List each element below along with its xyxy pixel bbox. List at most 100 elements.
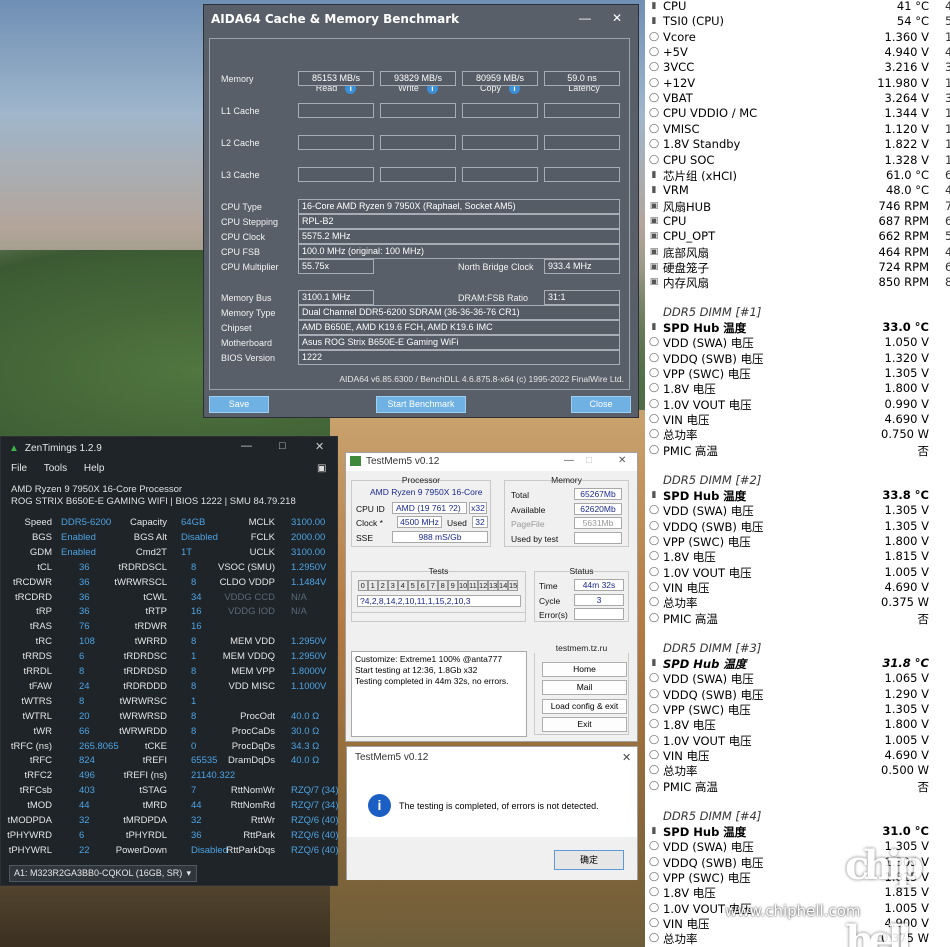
module-select-value: A1: M323R2GA3BB0-CQKOL (16GB, SR): [14, 868, 183, 878]
dimm-sensor-row: ◯ PMIC 高温 否: [645, 443, 950, 458]
used-value: 32: [472, 516, 488, 528]
timing-value: 824: [79, 755, 95, 767]
sensor-value: 1.800 V: [884, 717, 929, 732]
sensor-value: 否: [917, 611, 930, 626]
l1-write-value: [380, 103, 456, 118]
close-icon[interactable]: ✕: [612, 11, 622, 25]
close-icon[interactable]: ✕: [315, 440, 324, 453]
timing-label: tWTRS: [21, 695, 52, 707]
sensor-value: 1.065 V: [884, 671, 929, 686]
sensor-value: 1.305 V: [884, 702, 929, 717]
test-cell: 2: [378, 580, 388, 591]
dimm-header: DDR5 DIMM [#2]: [663, 473, 762, 487]
voltage-icon: ◯: [649, 414, 660, 425]
timing-value: 1.1484V: [291, 576, 327, 588]
menu-tools[interactable]: Tools: [44, 463, 67, 474]
cpu-multiplier-value: 55.75x: [298, 259, 374, 274]
voltage-icon: ◯: [649, 352, 660, 363]
thermometer-icon: ▮: [651, 322, 657, 332]
minimize-icon[interactable]: —: [241, 440, 252, 452]
sensor-name: VPP (SWC) 电压: [663, 535, 751, 550]
memory-copy-value: 80959 MB/s: [462, 71, 538, 86]
maximize-icon[interactable]: □: [279, 440, 286, 452]
sensor-name: CPU: [663, 0, 687, 13]
sensor-name: SPD Hub 温度: [663, 489, 747, 503]
pagefile-value: 5631Mb: [574, 517, 622, 529]
voltage-icon: ◯: [649, 536, 660, 547]
menu-help[interactable]: Help: [84, 463, 105, 474]
voltage-icon: ◯: [649, 688, 660, 699]
sensor-value: 1.305 V: [884, 503, 929, 518]
sensor-name: TSI0 (CPU): [663, 14, 725, 29]
voltage-icon: ◯: [649, 383, 660, 394]
cycle-value: 3: [574, 594, 624, 606]
voltage-icon: ◯: [649, 520, 660, 531]
close-icon[interactable]: ✕: [622, 751, 631, 764]
close-button[interactable]: Close: [571, 396, 631, 413]
dimm-header: DDR5 DIMM [#4]: [663, 809, 762, 823]
timing-value: 44: [191, 800, 202, 812]
cpu-type-label: CPU Type: [221, 202, 262, 212]
sensor-row: ◯ Vcore 1.360 V 1: [645, 30, 950, 45]
timing-value: Disabled: [181, 531, 218, 543]
sensor-value: 33.0 °C: [882, 320, 929, 334]
sensor-value: 1.815 V: [884, 549, 929, 564]
used-label: Used: [447, 518, 467, 528]
exit-button[interactable]: Exit: [542, 717, 627, 732]
home-button[interactable]: Home: [542, 662, 627, 677]
cpu-type-value: 16-Core AMD Ryzen 9 7950X (Raphael, Sock…: [298, 199, 620, 214]
motherboard-value: Asus ROG Strix B650E-E Gaming WiFi: [298, 335, 620, 350]
timing-label: tSTAG: [139, 785, 167, 797]
timing-value: N/A: [291, 606, 307, 618]
memory-read-value: 85153 MB/s: [298, 71, 374, 86]
dimm-sensor-row: ◯ VDDQ (SWB) 电压 1.320 V: [645, 351, 950, 366]
timing-label: tWTRL: [22, 710, 52, 722]
timing-label: tWRRD: [134, 636, 167, 648]
timing-label: VSOC (SMU): [218, 561, 275, 573]
sensor-name: VDD (SWA) 电压: [663, 672, 754, 687]
status-group-label: Status: [569, 566, 594, 576]
camera-icon[interactable]: ▣: [317, 463, 326, 474]
sensor-name: 1.8V 电压: [663, 550, 716, 565]
minimize-icon[interactable]: —: [579, 11, 591, 25]
timing-label: tREFI (ns): [123, 770, 167, 782]
close-icon[interactable]: ✕: [618, 455, 626, 466]
timing-value: 108: [79, 636, 95, 648]
l1-latency-value: [544, 103, 620, 118]
test-cell: 4: [398, 580, 408, 591]
timing-label: tWRWRDD: [119, 725, 167, 737]
sensor-extra: 6: [945, 167, 950, 182]
zen-titlebar: ▲ ZenTimings 1.2.9: [1, 437, 337, 461]
minimize-icon[interactable]: —: [564, 455, 574, 466]
voltage-icon: ◯: [649, 337, 660, 348]
sensor-name: 芯片组 (xHCI): [663, 168, 738, 183]
voltage-icon: ◯: [649, 505, 660, 516]
sensor-name: CPU SOC: [663, 152, 715, 167]
sensor-extra: 4: [945, 183, 950, 198]
dialog-message: The testing is completed, of errors is n…: [399, 801, 599, 811]
sensor-row: ▮ TSI0 (CPU) 54 °C 5: [645, 14, 950, 29]
timing-value: 65535: [191, 755, 218, 767]
maximize-icon[interactable]: □: [586, 455, 592, 466]
timing-label: tRFC: [29, 755, 52, 767]
load-config-exit-button[interactable]: Load config & exit: [542, 699, 627, 714]
l2-latency-value: [544, 135, 620, 150]
save-button[interactable]: Save: [209, 396, 269, 413]
sensor-value: 4.940 V: [884, 45, 929, 60]
timing-label: BGS: [31, 531, 52, 543]
test-cell: 15: [508, 580, 518, 591]
timing-label: tRCDWR: [12, 576, 52, 588]
sensor-name: 内存风扇: [663, 276, 709, 291]
sse-label: SSE: [356, 533, 374, 543]
voltage-icon: ◯: [649, 933, 660, 944]
sensor-extra: 5: [945, 14, 950, 29]
ok-button[interactable]: 确定: [554, 850, 624, 870]
timing-label: tRDRDSD: [123, 666, 167, 677]
menu-file[interactable]: File: [11, 463, 27, 474]
mail-button[interactable]: Mail: [542, 680, 627, 695]
timing-label: MEM VDD: [230, 636, 275, 648]
start-benchmark-button[interactable]: Start Benchmark: [376, 396, 466, 413]
module-select[interactable]: A1: M323R2GA3BB0-CQKOL (16GB, SR) ▾: [9, 865, 197, 882]
test-cell: 14: [498, 580, 508, 591]
timing-label: tWRWRSCL: [114, 576, 167, 588]
